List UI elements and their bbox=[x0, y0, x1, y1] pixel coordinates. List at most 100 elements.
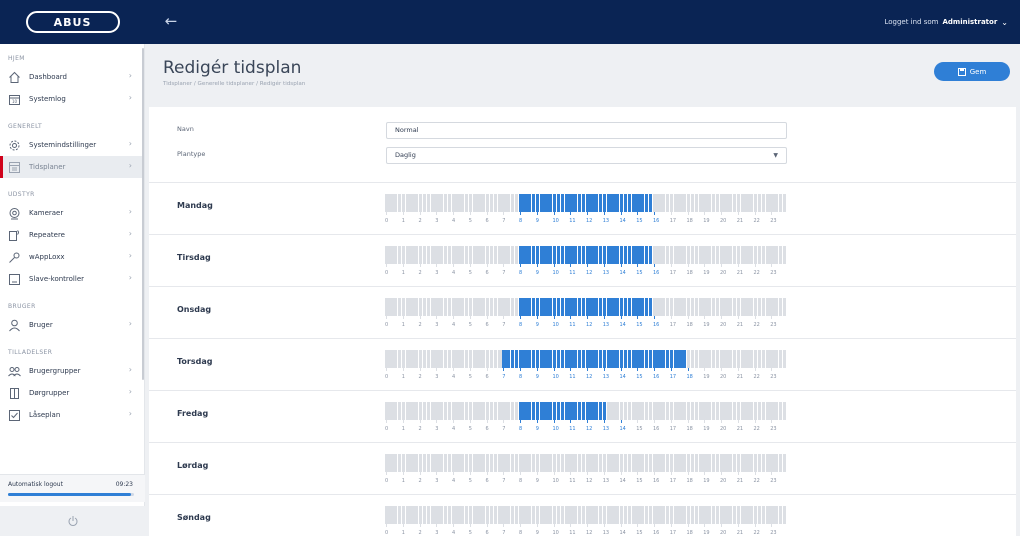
time-slot[interactable] bbox=[627, 350, 632, 368]
time-slot[interactable] bbox=[452, 402, 456, 420]
time-slot[interactable] bbox=[694, 454, 699, 472]
time-slot[interactable] bbox=[732, 298, 737, 316]
time-slot[interactable] bbox=[569, 454, 573, 472]
time-slot[interactable] bbox=[506, 350, 511, 368]
time-slot[interactable] bbox=[703, 246, 707, 264]
time-slot[interactable] bbox=[389, 194, 393, 212]
time-slot[interactable] bbox=[548, 298, 552, 316]
time-slot[interactable] bbox=[653, 454, 657, 472]
time-slot[interactable] bbox=[560, 402, 565, 420]
time-slot[interactable] bbox=[385, 298, 389, 316]
time-slot[interactable] bbox=[439, 454, 444, 472]
time-slot[interactable] bbox=[686, 298, 691, 316]
time-slot[interactable] bbox=[493, 298, 498, 316]
time-slot[interactable] bbox=[456, 246, 460, 264]
time-slot[interactable] bbox=[711, 454, 716, 472]
time-slot[interactable] bbox=[405, 506, 410, 524]
time-slot[interactable] bbox=[657, 402, 661, 420]
time-slot[interactable] bbox=[711, 246, 716, 264]
time-slot[interactable] bbox=[694, 246, 699, 264]
time-slot[interactable] bbox=[749, 298, 753, 316]
time-slot[interactable] bbox=[435, 246, 439, 264]
time-slot[interactable] bbox=[774, 350, 779, 368]
time-slot[interactable] bbox=[653, 402, 657, 420]
time-slot[interactable] bbox=[682, 402, 686, 420]
time-slot[interactable] bbox=[728, 246, 732, 264]
time-slot[interactable] bbox=[594, 350, 598, 368]
time-slot[interactable] bbox=[715, 454, 720, 472]
time-slot[interactable] bbox=[414, 194, 418, 212]
time-slot[interactable] bbox=[422, 350, 427, 368]
time-slot[interactable] bbox=[669, 454, 674, 472]
time-slot[interactable] bbox=[619, 402, 624, 420]
time-slot[interactable] bbox=[447, 454, 452, 472]
time-slot[interactable] bbox=[778, 298, 783, 316]
time-slot[interactable] bbox=[690, 298, 695, 316]
time-slot[interactable] bbox=[443, 194, 448, 212]
time-slot[interactable] bbox=[619, 246, 624, 264]
time-slot[interactable] bbox=[606, 454, 611, 472]
time-slot[interactable] bbox=[602, 350, 607, 368]
time-slot[interactable] bbox=[590, 194, 594, 212]
time-slot[interactable] bbox=[699, 246, 703, 264]
time-slot[interactable] bbox=[636, 298, 640, 316]
time-slot[interactable] bbox=[761, 402, 766, 420]
time-slot[interactable] bbox=[690, 246, 695, 264]
time-slot[interactable] bbox=[686, 506, 691, 524]
time-slot[interactable] bbox=[661, 454, 665, 472]
time-slot[interactable] bbox=[611, 402, 615, 420]
time-slot[interactable] bbox=[426, 298, 431, 316]
time-slot[interactable] bbox=[636, 402, 640, 420]
time-slot[interactable] bbox=[443, 454, 448, 472]
time-slot[interactable] bbox=[778, 506, 783, 524]
time-slot[interactable] bbox=[627, 246, 632, 264]
time-slot[interactable] bbox=[481, 246, 485, 264]
time-slot[interactable] bbox=[556, 506, 561, 524]
time-slot[interactable] bbox=[678, 194, 682, 212]
time-slot[interactable] bbox=[565, 402, 569, 420]
time-slot[interactable] bbox=[745, 454, 749, 472]
breadcrumb-item[interactable]: Tidsplaner bbox=[163, 81, 192, 87]
time-slot[interactable] bbox=[720, 402, 724, 420]
time-slot[interactable] bbox=[468, 350, 473, 368]
time-slot[interactable] bbox=[627, 506, 632, 524]
time-slot[interactable] bbox=[385, 350, 389, 368]
time-slot[interactable] bbox=[548, 350, 552, 368]
time-slot[interactable] bbox=[711, 194, 716, 212]
time-slot[interactable] bbox=[619, 350, 624, 368]
time-slot[interactable] bbox=[468, 246, 473, 264]
time-slot[interactable] bbox=[715, 246, 720, 264]
time-slot[interactable] bbox=[602, 506, 607, 524]
time-slot[interactable] bbox=[422, 402, 427, 420]
sidebar-item-kameraer[interactable]: Kameraer › bbox=[0, 202, 144, 224]
time-slot[interactable] bbox=[736, 454, 741, 472]
time-slot[interactable] bbox=[552, 506, 557, 524]
time-slot[interactable] bbox=[707, 454, 712, 472]
sidebar-scrollbar[interactable] bbox=[142, 48, 144, 380]
time-slot[interactable] bbox=[661, 194, 665, 212]
time-slot[interactable] bbox=[653, 298, 657, 316]
sidebar-item-systemindstillinger[interactable]: Systemindstillinger › bbox=[0, 134, 144, 156]
time-slot[interactable] bbox=[753, 246, 758, 264]
time-slot[interactable] bbox=[770, 194, 774, 212]
time-slot[interactable] bbox=[544, 350, 548, 368]
time-slot[interactable] bbox=[632, 402, 636, 420]
time-slot[interactable] bbox=[615, 350, 619, 368]
time-slot[interactable] bbox=[426, 506, 431, 524]
time-slot[interactable] bbox=[573, 402, 578, 420]
time-slot[interactable] bbox=[757, 194, 762, 212]
time-slot[interactable] bbox=[653, 506, 657, 524]
time-slot[interactable] bbox=[707, 194, 712, 212]
time-slot[interactable] bbox=[502, 298, 506, 316]
time-slot[interactable] bbox=[523, 506, 527, 524]
time-slot[interactable] bbox=[523, 298, 527, 316]
time-slot[interactable] bbox=[581, 246, 586, 264]
time-slot[interactable] bbox=[720, 506, 724, 524]
time-slot[interactable] bbox=[531, 350, 536, 368]
time-slot[interactable] bbox=[690, 402, 695, 420]
time-slot[interactable] bbox=[426, 350, 431, 368]
time-slot[interactable] bbox=[460, 298, 464, 316]
time-slot[interactable] bbox=[661, 246, 665, 264]
time-slot[interactable] bbox=[477, 454, 481, 472]
time-slot[interactable] bbox=[410, 298, 414, 316]
